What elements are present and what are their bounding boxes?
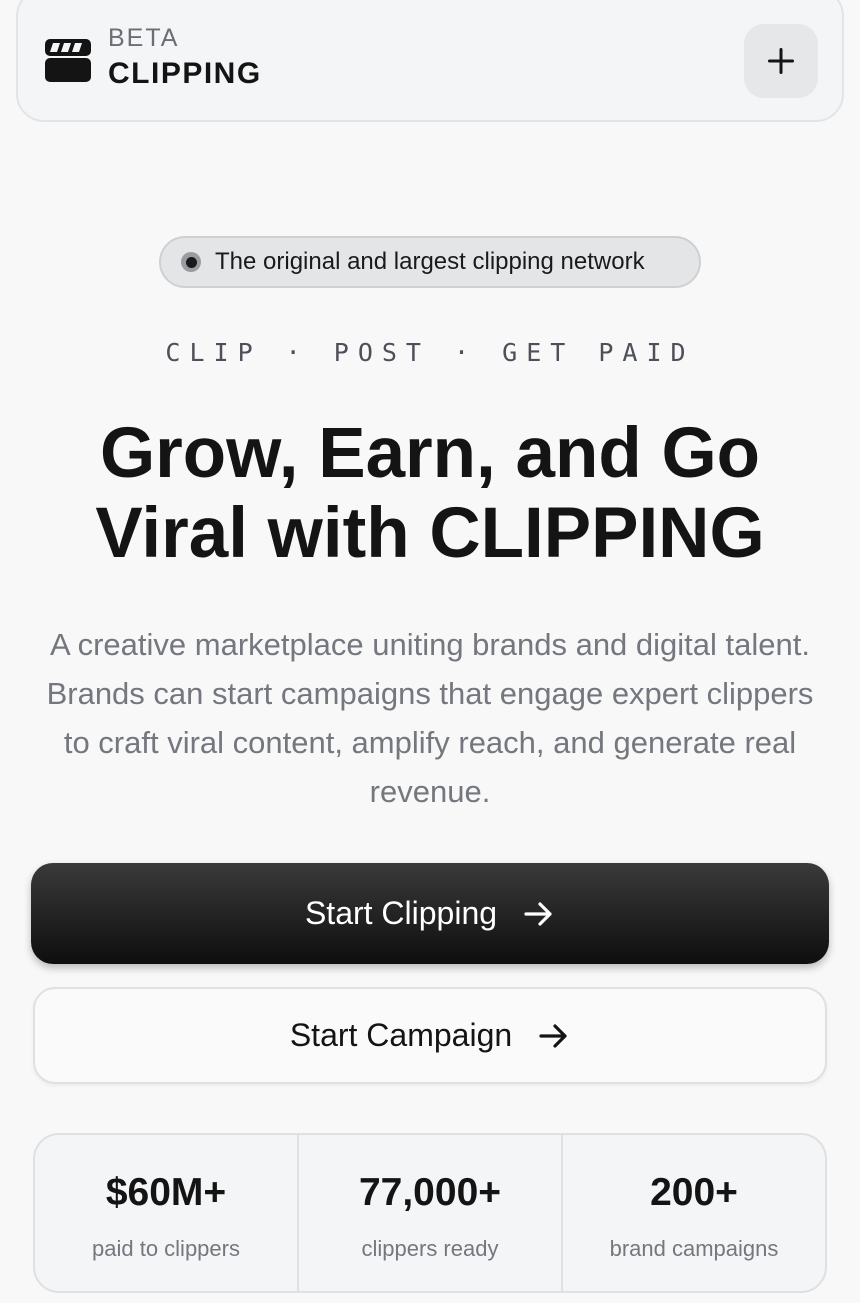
stat-label: brand campaigns [609, 1236, 779, 1261]
page-title: Grow, Earn, and Go Viral with CLIPPING [95, 414, 765, 573]
stat-paid: $60M+ paid to clippers [35, 1135, 297, 1291]
arrow-right-icon [538, 1022, 570, 1050]
start-clipping-button[interactable]: Start Clipping [31, 863, 829, 964]
beta-label: BETA [108, 24, 180, 52]
tagline: CLIP · POST · GET PAID [165, 338, 695, 367]
start-campaign-button[interactable]: Start Campaign [33, 987, 827, 1084]
stat-label: paid to clippers [92, 1236, 240, 1261]
brand-wordmark[interactable]: BETA CLIPPING [108, 26, 262, 89]
start-clipping-label: Start Clipping [304, 895, 498, 931]
brand-name: CLIPPING [108, 57, 262, 90]
stats-panel: $60M+ paid to clippers 77,000+ clippers … [33, 1133, 827, 1293]
stat-value: $60M+ [105, 1171, 227, 1214]
menu-plus-button[interactable] [744, 24, 818, 98]
stat-clippers: 77,000+ clippers ready [297, 1135, 561, 1291]
stat-label: clippers ready [361, 1236, 499, 1261]
plus-icon [768, 48, 794, 74]
top-bar: BETA CLIPPING [16, 0, 844, 122]
clapperboard-icon[interactable] [44, 36, 92, 84]
network-badge: The original and largest clipping networ… [159, 236, 701, 288]
status-dot-icon [181, 252, 201, 272]
landing-page: BETA CLIPPING The original and largest c… [0, 0, 860, 1303]
stat-value: 77,000+ [358, 1171, 502, 1214]
arrow-right-icon [523, 900, 555, 928]
start-campaign-label: Start Campaign [289, 1017, 513, 1053]
stat-value: 200+ [650, 1171, 738, 1214]
hero-description: A creative marketplace uniting brands an… [46, 627, 814, 809]
stat-campaigns: 200+ brand campaigns [561, 1135, 825, 1291]
badge-text: The original and largest clipping networ… [215, 248, 645, 275]
